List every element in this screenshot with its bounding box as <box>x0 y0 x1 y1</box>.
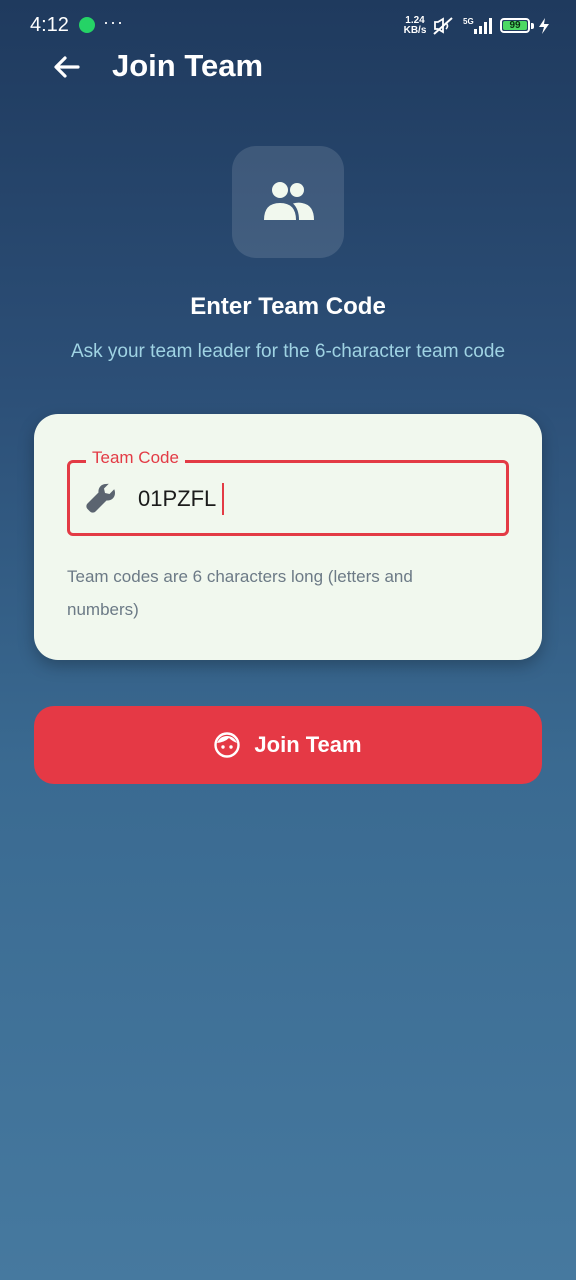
join-team-label: Join Team <box>254 732 362 757</box>
team-code-field[interactable]: Team Code <box>67 448 509 536</box>
signal-icon: 5G <box>463 17 492 34</box>
helper-text: Team codes are 6 characters long (letter… <box>67 567 413 619</box>
charging-icon <box>539 18 549 34</box>
group-icon <box>264 182 314 220</box>
network-speed-unit: KB/s <box>403 25 427 36</box>
mute-icon <box>433 17 453 35</box>
network-type-label: 5G <box>463 17 474 26</box>
whatsapp-icon <box>79 17 95 33</box>
team-icon-container <box>232 146 344 258</box>
team-code-card: Team Code Team codes are 6 characters lo… <box>34 414 542 660</box>
status-bar: 4:12 ··· 1.24 KB/s 5G 99 <box>0 0 576 52</box>
battery-level: 99 <box>509 20 521 31</box>
team-code-label: Team Code <box>86 448 185 468</box>
page-title: Join Team <box>112 48 264 83</box>
more-notifications-icon: ··· <box>103 12 124 32</box>
battery-icon: 99 <box>500 18 530 33</box>
team-code-input[interactable] <box>138 483 478 515</box>
network-speed: 1.24 KB/s <box>402 16 428 36</box>
join-team-button[interactable]: Join Team <box>34 706 542 784</box>
wrench-icon <box>86 483 115 513</box>
text-cursor <box>222 483 224 515</box>
section-title: Enter Team Code <box>190 293 386 320</box>
arrow-left-icon[interactable] <box>50 50 84 84</box>
section-subtitle: Ask your team leader for the 6-character… <box>70 341 506 362</box>
status-time: 4:12 <box>30 14 69 36</box>
face-icon <box>214 732 241 758</box>
